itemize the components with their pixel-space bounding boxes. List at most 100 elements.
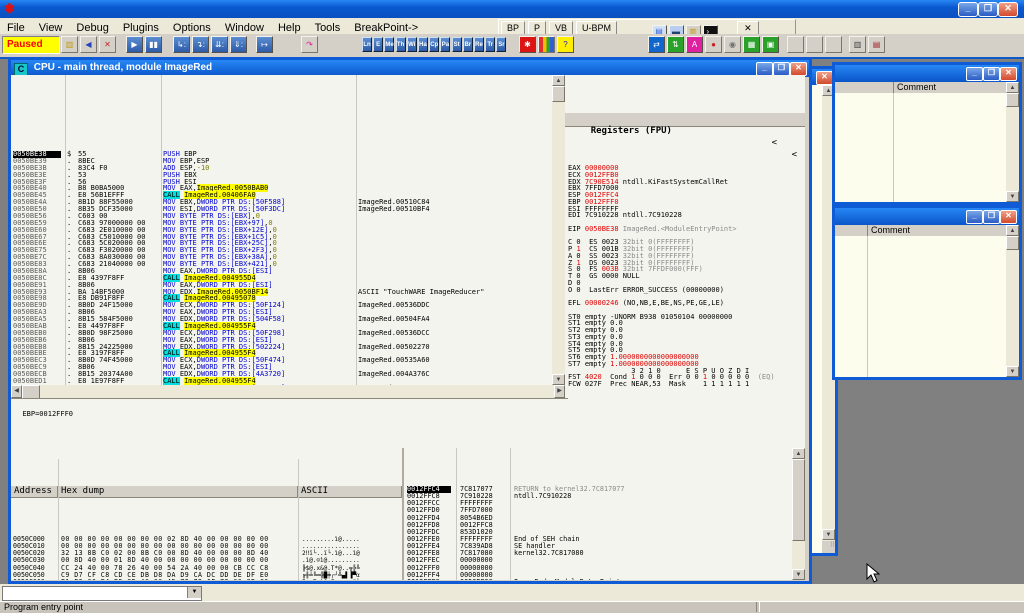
scroll-up-icon[interactable]: ▲	[1006, 225, 1019, 236]
minimize-button[interactable]: _	[756, 62, 773, 76]
list-area[interactable]	[835, 236, 1006, 377]
menu-item-tools[interactable]: Tools	[308, 21, 348, 35]
registers-prev-icon[interactable]: <	[772, 137, 777, 149]
screen-icon[interactable]: ▣	[762, 36, 779, 53]
scroll-up-icon[interactable]: ▲	[792, 448, 805, 459]
assemble-icon[interactable]: A	[686, 36, 703, 53]
minimize-button[interactable]: _	[966, 67, 983, 81]
breakpoint-button-u-bpm[interactable]: U-BPM	[576, 21, 617, 35]
dump-header-address[interactable]: Address	[11, 486, 58, 497]
window-shortcut-sr[interactable]: Sr	[496, 37, 506, 52]
window-shortcut-pa[interactable]: Pa	[440, 37, 450, 52]
column-header-comment[interactable]: Comment	[868, 225, 1006, 236]
disabled-icon[interactable]	[825, 36, 842, 53]
window-shortcut-cp[interactable]: Cp	[429, 37, 439, 52]
comment-window-top[interactable]: _ ❐ ✕ Comment ▲ ▼	[832, 62, 1022, 205]
run-icon[interactable]: ▶	[126, 36, 143, 53]
tile-view-icon[interactable]: ▤	[868, 36, 885, 53]
disasm-row[interactable]: 0050BE3B.83C4 F0ADD ESP,-10	[11, 165, 552, 172]
window-shortcut-re[interactable]: Re	[474, 37, 484, 52]
register-line[interactable]: EIP 0050BE38 ImageRed.<ModuleEntryPoint>	[565, 226, 805, 233]
disasm-hscrollbar[interactable]: ◀ ▶	[11, 385, 565, 398]
comment-window-bottom[interactable]: _ ❐ ✕ Comment ▲ ▼	[832, 205, 1022, 380]
dump-row[interactable]: 0050C060E1 E3 00 E4 E5 8D 40 00 45 72 72…	[11, 579, 402, 580]
window-shortcut-tr[interactable]: Tr	[485, 37, 495, 52]
window-shortcut-br[interactable]: Br	[463, 37, 473, 52]
execute-till-return-icon[interactable]: ↦	[256, 36, 273, 53]
maximize-button[interactable]: ❐	[773, 62, 790, 76]
column-header[interactable]	[835, 82, 894, 93]
scroll-down-icon[interactable]: ▼	[792, 569, 805, 580]
swap-icon[interactable]: ⇄	[648, 36, 665, 53]
registers-prev2-icon[interactable]: <	[792, 149, 797, 161]
window-shortcut-st[interactable]: St	[452, 37, 462, 52]
open-file-icon[interactable]: ▥	[61, 36, 78, 53]
toolbar-close-icon[interactable]: ✕	[737, 21, 759, 35]
help-icon[interactable]: ?	[557, 36, 574, 53]
menu-item-file[interactable]: File	[0, 21, 32, 35]
window-shortcut-ha[interactable]: Ha	[418, 37, 428, 52]
step-into-icon[interactable]: ↳:	[173, 36, 190, 53]
maximize-button[interactable]: ❐	[983, 210, 1000, 224]
hex-dump-pane[interactable]: Address Hex dump ASCII 0050C00000 00 00 …	[11, 448, 402, 580]
window-shortcut-ln[interactable]: Ln	[362, 37, 372, 52]
breakpoint-button-p[interactable]: P	[528, 21, 546, 35]
disasm-row[interactable]: 0050BE3E.53PUSH EBX	[11, 172, 552, 179]
disassembly-pane[interactable]: 0050BE38$55PUSH EBP0050BE39.8BECMOV EBP,…	[11, 75, 552, 385]
updown-icon[interactable]: ⇅	[667, 36, 684, 53]
dump-header-ascii[interactable]: ASCII	[298, 486, 402, 497]
breakpoint-button-vb[interactable]: VB	[549, 21, 573, 35]
menu-item-breakpoint[interactable]: BreakPoint->	[347, 21, 425, 35]
disasm-scrollbar[interactable]: ▲ ▼	[552, 75, 565, 385]
scroll-down-icon[interactable]: ▼	[1006, 366, 1019, 377]
stack-scrollbar[interactable]: ▲ ▼	[792, 448, 805, 580]
pause-icon[interactable]: ▮▮	[145, 36, 162, 53]
appearance-icon[interactable]	[538, 36, 555, 53]
close-button[interactable]: ✕	[1000, 67, 1017, 81]
register-line[interactable]: T 0 GS 0000 NULL	[565, 273, 805, 280]
keyboard-icon[interactable]: ▦	[743, 36, 760, 53]
menu-item-options[interactable]: Options	[166, 21, 218, 35]
step-over-icon[interactable]: ↴:	[192, 36, 209, 53]
menu-item-window[interactable]: Window	[218, 21, 271, 35]
column-header-comment[interactable]: Comment	[894, 82, 1006, 93]
restore-button[interactable]: ❐	[978, 2, 998, 17]
go-to-icon[interactable]: ↷	[301, 36, 318, 53]
menu-item-debug[interactable]: Debug	[69, 21, 115, 35]
window-shortcut-wi[interactable]: Wi	[407, 37, 417, 52]
menu-item-help[interactable]: Help	[271, 21, 308, 35]
close-program-icon[interactable]: ✕	[99, 36, 116, 53]
register-line[interactable]: EFL 00000246 (NO,NB,E,BE,NS,PE,GE,LE)	[565, 300, 805, 307]
list-area[interactable]	[835, 93, 1006, 202]
close-button[interactable]: ✕	[998, 2, 1018, 17]
window-titlebar[interactable]: _ ❐ ✕	[835, 208, 1019, 225]
window-titlebar[interactable]: _ ❐ ✕	[835, 65, 1019, 82]
register-line[interactable]: EDI 7C910228 ntdll.7C910228	[565, 212, 805, 219]
window-shortcut-e[interactable]: E	[373, 37, 383, 52]
menu-item-plugins[interactable]: Plugins	[116, 21, 166, 35]
minimize-button[interactable]: _	[966, 210, 983, 224]
register-line[interactable]: O 0 LastErr ERROR_SUCCESS (00000000)	[565, 287, 805, 294]
info-pane[interactable]: EBP=0012FFF0	[11, 398, 568, 451]
resize-grip[interactable]: ⠿	[822, 541, 835, 553]
go-back-icon[interactable]: ◀	[80, 36, 97, 53]
column-header[interactable]	[835, 225, 868, 236]
disabled-icon[interactable]	[806, 36, 823, 53]
register-line[interactable]: FCW 027F Prec NEAR,53 Mask 1 1 1 1 1 1	[565, 381, 805, 388]
options-gear-icon[interactable]: ✱	[519, 36, 536, 53]
breakpoint-dot-icon[interactable]: ●	[705, 36, 722, 53]
main-titlebar[interactable]: ✱ _ ❐ ✕	[0, 0, 1024, 18]
window-shortcut-th[interactable]: Th	[396, 37, 406, 52]
scroll-left-icon[interactable]: ◀	[11, 385, 22, 398]
stack-pane[interactable]: 0012FFC47C817077RETURN to kernel32.7C817…	[402, 448, 794, 580]
scroll-up-icon[interactable]: ▲	[1006, 82, 1019, 93]
close-button[interactable]: ✕	[816, 71, 833, 85]
registers-pane[interactable]: Registers (FPU) < < EAX 00000000ECX 0012…	[565, 75, 805, 448]
stack-row[interactable]: 0012FFF80050BE38ImageRed.<ModuleEntryPoi…	[404, 579, 794, 580]
command-input[interactable]: ▼	[2, 586, 202, 601]
trace-over-icon[interactable]: ⇓:	[230, 36, 247, 53]
dump-header-hex[interactable]: Hex dump	[58, 486, 298, 497]
scroll-down-icon[interactable]: ▼	[1006, 191, 1019, 202]
chevron-down-icon[interactable]: ▼	[187, 587, 201, 598]
breakpoint-button-bp[interactable]: BP	[501, 21, 525, 35]
